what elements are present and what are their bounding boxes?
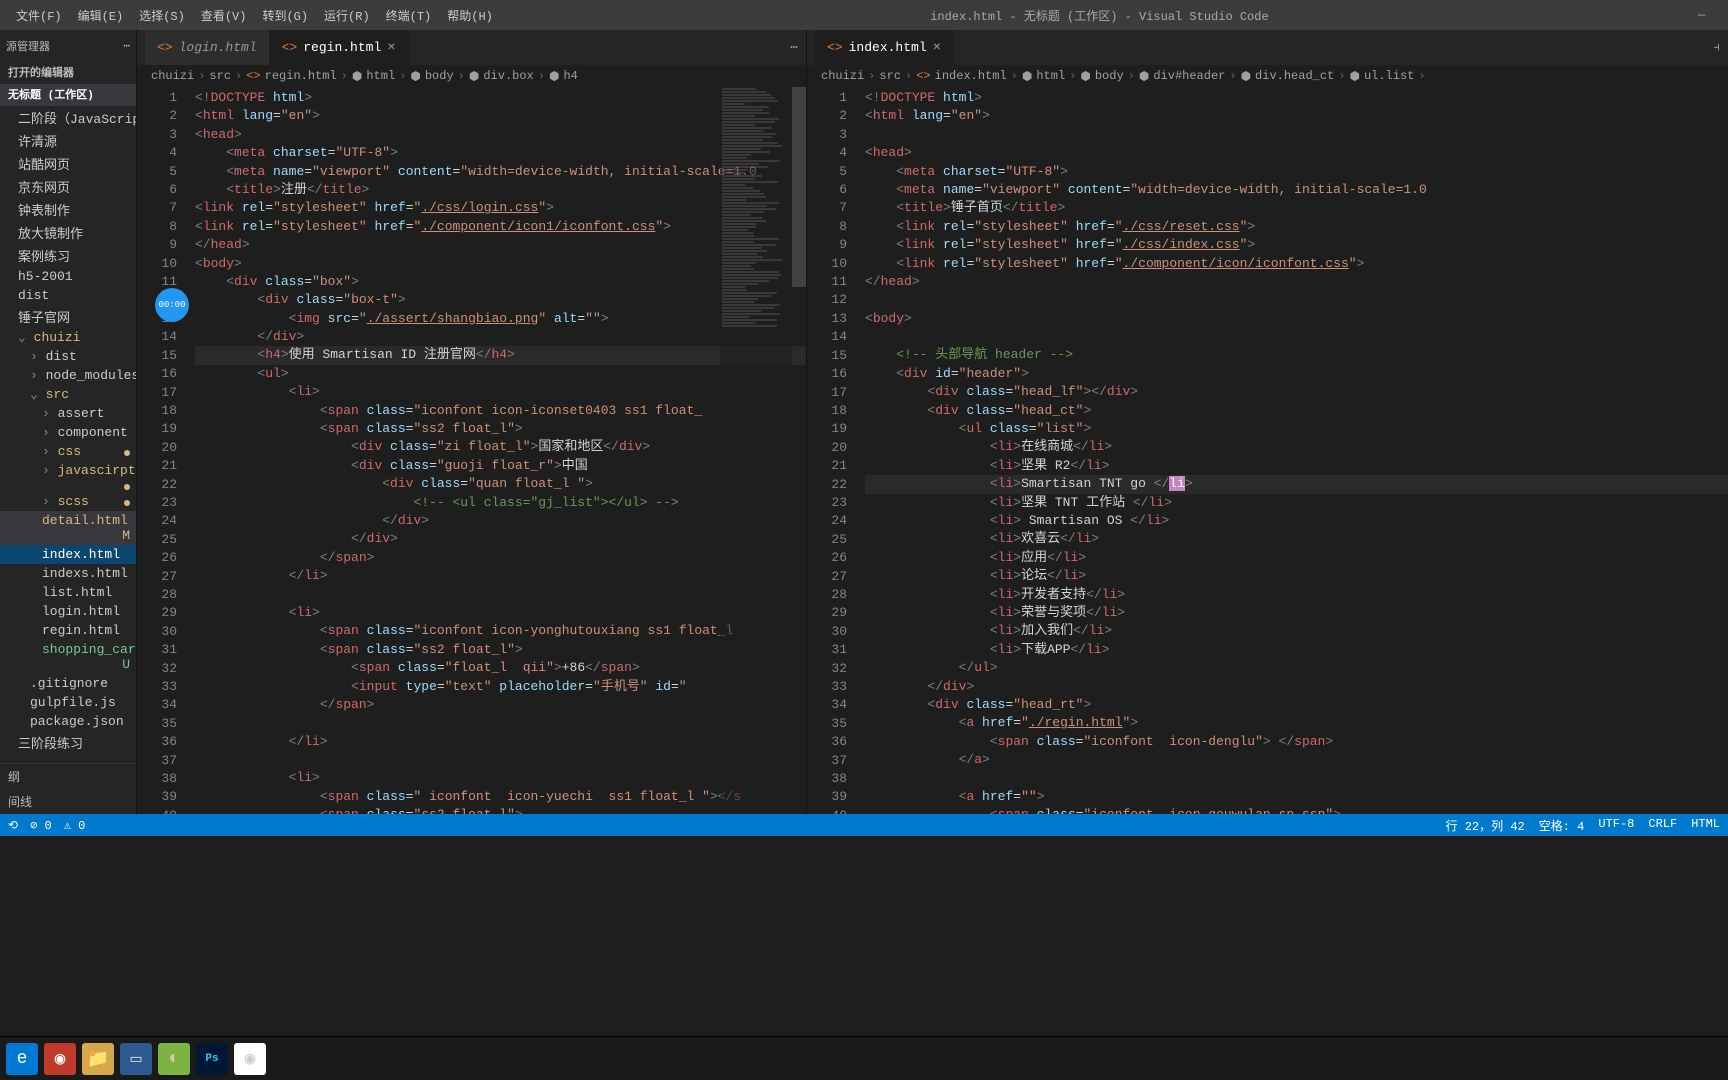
folder-item[interactable]: 二阶段（JavaScript） [0, 106, 136, 129]
close-icon[interactable]: × [387, 40, 395, 56]
folder-css[interactable]: css [0, 442, 136, 461]
folder-item[interactable]: 案例练习 [0, 244, 136, 267]
warnings-count[interactable]: ⚠ 0 [64, 818, 86, 833]
folder-item[interactable]: h5-2001 [0, 267, 136, 286]
folder-chuizi[interactable]: chuizi [0, 328, 136, 347]
app-icon[interactable]: ◉ [44, 1043, 76, 1075]
code-1[interactable]: <!DOCTYPE html><html lang="en"><head> <m… [195, 87, 806, 814]
breadcrumb-1[interactable]: chuizi› src› <>regin.html› ⬢html› ⬢body›… [137, 65, 806, 87]
encoding-status[interactable]: UTF-8 [1598, 817, 1634, 834]
tabs-2: <>index.html× ⫞ [807, 30, 1728, 65]
minimap-1[interactable] [720, 87, 792, 814]
tab-index[interactable]: <>index.html× [815, 30, 954, 65]
editor-group-1: <>login.html <>regin.html× ⋯ chuizi› src… [136, 30, 806, 814]
code-2[interactable]: <!DOCTYPE html><html lang="en"><head> <m… [865, 87, 1728, 814]
file-login[interactable]: login.html [0, 602, 136, 621]
file-explorer-icon[interactable]: 📁 [82, 1043, 114, 1075]
timeline-section[interactable]: 间线 [0, 789, 136, 814]
outline-section[interactable]: 纲 [0, 764, 136, 789]
menu-selection[interactable]: 选择(S) [131, 3, 193, 28]
gutter-2: 1234567891011121314151617181920212223242… [807, 87, 865, 814]
menu-help[interactable]: 帮助(H) [439, 3, 501, 28]
tab-regin[interactable]: <>regin.html× [270, 30, 409, 65]
app-icon[interactable]: ◐ [158, 1043, 190, 1075]
tab-login[interactable]: <>login.html [145, 30, 270, 65]
folder-javascirpts[interactable]: javascirpts [0, 461, 136, 492]
cursor-position[interactable]: 行 22，列 42 [1446, 817, 1525, 834]
menu-view[interactable]: 查看(V) [193, 3, 255, 28]
file-regin[interactable]: regin.html [0, 621, 136, 640]
folder-item[interactable]: 许清源 [0, 129, 136, 152]
titlebar: 文件(F) 编辑(E) 选择(S) 查看(V) 转到(G) 运行(R) 终端(T… [0, 0, 1728, 30]
window-title: index.html - 无标题 (工作区) - Visual Studio C… [501, 7, 1698, 24]
minimize-icon[interactable]: — [1698, 8, 1712, 22]
remote-icon[interactable]: ⟲ [8, 818, 18, 833]
menu-edit[interactable]: 编辑(E) [70, 3, 132, 28]
file-package[interactable]: package.json [0, 712, 136, 731]
statusbar: ⟲ ⊘ 0 ⚠ 0 行 22，列 42 空格: 4 UTF-8 CRLF HTM… [0, 814, 1728, 836]
folder-item[interactable]: 京东网页 [0, 175, 136, 198]
app-icon[interactable]: ▭ [120, 1043, 152, 1075]
folder-item[interactable]: 放大镜制作 [0, 221, 136, 244]
file-indexs[interactable]: indexs.html [0, 564, 136, 583]
explorer-sidebar: 源管理器 ⋯ 打开的编辑器 无标题 (工作区) 二阶段（JavaScript） … [0, 30, 136, 814]
folder-item[interactable]: 三阶段练习 [0, 731, 136, 754]
chrome-icon[interactable]: ◉ [234, 1043, 266, 1075]
close-icon[interactable]: × [933, 40, 941, 56]
code-area-2[interactable]: 1234567891011121314151617181920212223242… [807, 87, 1728, 814]
workspace-section[interactable]: 无标题 (工作区) [0, 84, 136, 106]
editor-group-2: <>index.html× ⫞ chuizi› src› <>index.htm… [806, 30, 1728, 814]
indent-status[interactable]: 空格: 4 [1539, 817, 1585, 834]
explorer-title: 源管理器 [6, 38, 50, 54]
more-icon[interactable]: ⋯ [123, 39, 130, 53]
folder-item[interactable]: 站酷网页 [0, 152, 136, 175]
breadcrumb-2[interactable]: chuizi› src› <>index.html› ⬢html› ⬢body›… [807, 65, 1728, 87]
gutter-1: 1234567891011121314151617181920212223242… [137, 87, 195, 814]
folder-component[interactable]: component [0, 423, 136, 442]
file-index[interactable]: index.html [0, 545, 136, 564]
menu-file[interactable]: 文件(F) [8, 3, 70, 28]
language-mode[interactable]: HTML [1691, 817, 1720, 834]
folder-item[interactable]: dist [0, 286, 136, 305]
file-list[interactable]: list.html [0, 583, 136, 602]
errors-count[interactable]: ⊘ 0 [30, 818, 52, 833]
file-gulpfile[interactable]: gulpfile.js [0, 693, 136, 712]
folder-dist[interactable]: dist [0, 347, 136, 366]
folder-node-modules[interactable]: node_modules [0, 366, 136, 385]
tabs-1: <>login.html <>regin.html× ⋯ [137, 30, 806, 65]
folder-item[interactable]: 钟表制作 [0, 198, 136, 221]
menu-terminal[interactable]: 终端(T) [378, 3, 440, 28]
open-editors-section[interactable]: 打开的编辑器 [0, 62, 136, 84]
file-gitignore[interactable]: .gitignore [0, 674, 136, 693]
code-area-1[interactable]: 1234567891011121314151617181920212223242… [137, 87, 806, 814]
file-detail[interactable]: detail.htmlM [0, 511, 136, 545]
taskbar: e ◉ 📁 ▭ ◐ Ps ◉ [0, 1036, 1728, 1080]
photoshop-icon[interactable]: Ps [196, 1043, 228, 1075]
menu-run[interactable]: 运行(R) [316, 3, 378, 28]
scrollbar-1[interactable] [792, 87, 806, 287]
menu-go[interactable]: 转到(G) [254, 3, 316, 28]
folder-src[interactable]: src [0, 385, 136, 404]
edge-icon[interactable]: e [6, 1043, 38, 1075]
folder-scss[interactable]: scss [0, 492, 136, 511]
recording-indicator: 00:00 [155, 288, 189, 322]
more-icon[interactable]: ⋯ [790, 40, 798, 55]
eol-status[interactable]: CRLF [1648, 817, 1677, 834]
folder-item[interactable]: 锤子官网 [0, 305, 136, 328]
folder-assert[interactable]: assert [0, 404, 136, 423]
file-shopping[interactable]: shopping_car....U [0, 640, 136, 674]
split-icon[interactable]: ⫞ [1714, 40, 1721, 55]
